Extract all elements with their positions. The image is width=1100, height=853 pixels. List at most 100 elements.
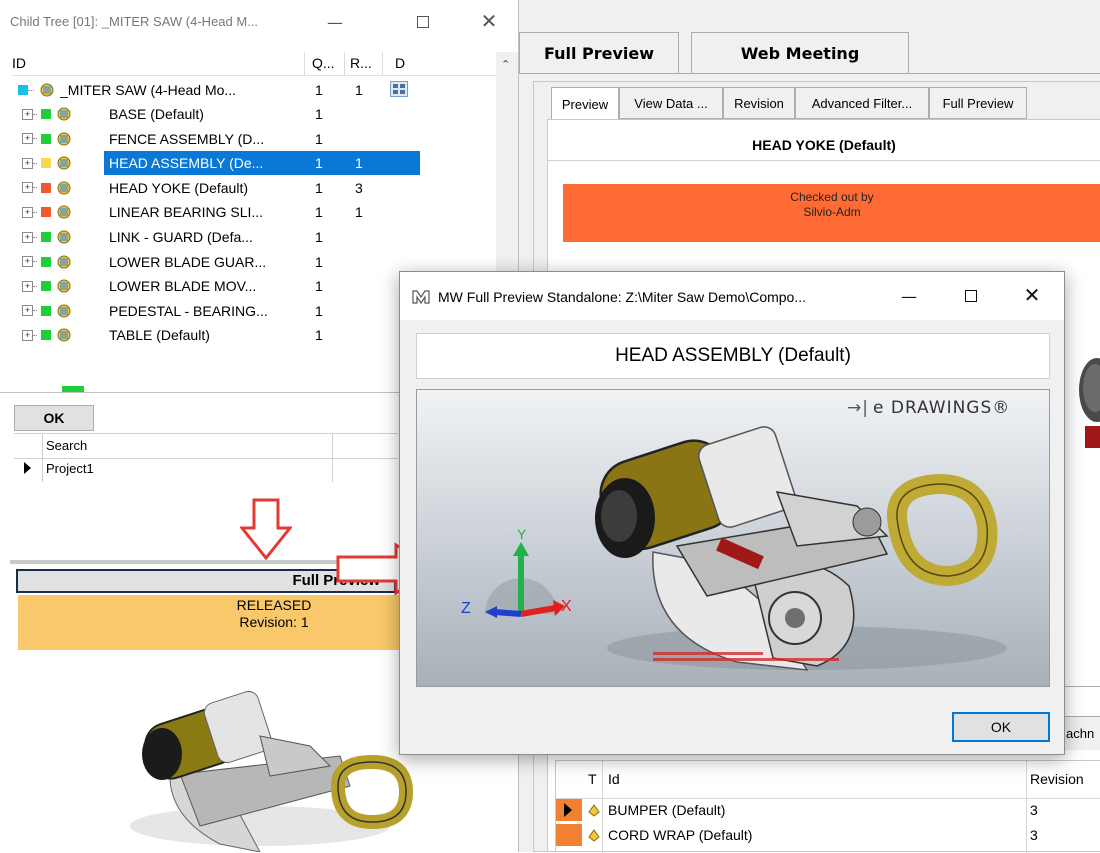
status-square-icon: [18, 85, 28, 95]
expand-icon[interactable]: +: [22, 206, 33, 218]
status-square-icon: [41, 182, 51, 193]
expand-icon[interactable]: +: [22, 157, 33, 169]
status-banner: RELEASED Revision: 1: [18, 595, 400, 650]
minimize-icon[interactable]: —: [320, 10, 350, 34]
assembly-icon: [55, 229, 73, 245]
tree-item-row[interactable]: + FENCE ASSEMBLY (D... 1: [12, 127, 500, 151]
miter-saw-model: [595, 426, 1007, 671]
assembly-icon: [55, 131, 73, 147]
tree-item-label: LINK - GUARD (Defa...: [109, 229, 253, 245]
subtab-label: Revision: [734, 95, 784, 111]
drawing-icon: [390, 81, 408, 97]
expand-icon[interactable]: +: [22, 329, 33, 341]
status-square-icon: [41, 330, 51, 341]
assembly-icon: [38, 82, 56, 98]
expand-icon[interactable]: +: [22, 305, 33, 317]
tree-item-row[interactable]: + HEAD YOKE (Default) 1 3: [12, 176, 500, 200]
header-divider: [304, 52, 305, 76]
tree-item-label: LINEAR BEARING SLI...: [109, 204, 264, 221]
expand-icon[interactable]: +: [22, 256, 33, 268]
header-revision[interactable]: R...: [350, 55, 372, 71]
expand-icon[interactable]: +: [22, 133, 33, 145]
maximize-icon[interactable]: [956, 284, 986, 308]
scroll-up-icon[interactable]: ⌃: [501, 58, 510, 71]
header-quantity[interactable]: Q...: [312, 55, 335, 71]
down-arrow-icon: [240, 498, 292, 560]
dialog-title: MW Full Preview Standalone: Z:\Miter Saw…: [438, 289, 807, 305]
status-square-icon: [41, 256, 51, 267]
search-header[interactable]: Search: [46, 438, 87, 453]
close-icon[interactable]: ✕: [474, 8, 504, 34]
tree-header: ID Q... R... D: [12, 52, 500, 76]
grid-cell-id: CORD WRAP (Default): [608, 827, 753, 843]
tree-item-row[interactable]: + LINEAR BEARING SLI... 1 1: [12, 200, 500, 224]
subtab-full-preview[interactable]: Full Preview: [929, 87, 1027, 119]
axis-triad[interactable]: [455, 520, 575, 630]
ok-button[interactable]: OK: [14, 405, 94, 431]
grid-header-t[interactable]: T: [588, 771, 597, 787]
minimize-icon[interactable]: —: [894, 284, 924, 308]
status-square-icon: [41, 232, 51, 242]
tree-item-label: LOWER BLADE MOV...: [109, 278, 257, 295]
tree-item-label: LOWER BLADE GUAR...: [109, 253, 267, 270]
expand-icon[interactable]: +: [22, 108, 33, 120]
close-icon[interactable]: ✕: [1016, 282, 1048, 308]
tab-label: Full Preview: [543, 44, 655, 63]
header-divider: [344, 52, 345, 76]
subtab-preview[interactable]: Preview: [551, 87, 619, 120]
dialog-ok-button[interactable]: OK: [952, 712, 1050, 742]
tree-item-revision: 1: [355, 82, 363, 98]
assembly-icon: [55, 327, 73, 343]
model-thumbnail: [130, 690, 414, 852]
tree-item-quantity: 1: [315, 229, 323, 245]
tree-item-revision: 3: [355, 179, 363, 196]
tree-item-quantity: 1: [315, 204, 323, 221]
status-square-icon: [41, 207, 51, 218]
tab-attachments[interactable]: achn: [1059, 716, 1100, 750]
edrawings-logo: →| e DRAWINGS®: [847, 398, 1010, 418]
dialog-header: HEAD ASSEMBLY (Default): [416, 333, 1050, 379]
axis-z-label: Z: [461, 600, 471, 617]
subtab-revision[interactable]: Revision: [723, 87, 795, 119]
tree-item-row[interactable]: + BASE (Default) 1: [12, 102, 500, 126]
status-square-icon: [41, 133, 51, 144]
assembly-icon: [55, 254, 73, 270]
expand-icon[interactable]: +: [22, 280, 33, 292]
expand-icon[interactable]: +: [22, 231, 33, 243]
tree-root-row[interactable]: _MITER SAW (4-Head Mo... 1 1: [12, 78, 500, 102]
search-row-project[interactable]: Project1: [46, 461, 94, 476]
status-square-icon: [41, 158, 51, 169]
tree-item-quantity: 1: [315, 106, 323, 122]
maximize-icon[interactable]: [408, 10, 438, 34]
subtab-label: View Data ...: [634, 95, 708, 111]
tree-item-row[interactable]: + HEAD ASSEMBLY (De... 1 1: [12, 151, 500, 176]
search-grid: Search Project1: [14, 433, 398, 482]
tree-item-label: BASE (Default): [109, 106, 204, 122]
tab-full-preview[interactable]: Full Preview: [519, 32, 679, 74]
subtab-label: Full Preview: [942, 95, 1014, 111]
header-id[interactable]: ID: [12, 55, 26, 71]
grid-header-id[interactable]: Id: [608, 771, 620, 787]
subtab-advanced-filter[interactable]: Advanced Filter...: [795, 87, 929, 119]
tree-item-label: HEAD YOKE (Default): [109, 179, 249, 196]
subtab-label: Advanced Filter...: [811, 95, 913, 111]
window-title: Child Tree [01]: _MITER SAW (4-Head M...: [10, 14, 259, 29]
status-square-icon: [41, 305, 51, 316]
tree-item-quantity: 1: [315, 155, 323, 172]
subtab-view-data[interactable]: View Data ...: [619, 87, 723, 119]
grid-row[interactable]: BUMPER (Default) 3: [556, 799, 1100, 821]
tree-item-row[interactable]: + LINK - GUARD (Defa... 1: [12, 225, 500, 249]
row-selector[interactable]: [556, 824, 582, 846]
grid-cell-revision: 3: [1030, 802, 1038, 818]
tree-item-quantity: 1: [315, 327, 323, 344]
expand-icon[interactable]: +: [22, 182, 33, 194]
grid-row[interactable]: CORD WRAP (Default) 3: [556, 824, 1100, 846]
tab-divider: [519, 73, 1100, 74]
edrawings-viewport[interactable]: →| e DRAWINGS® Y X Z: [416, 389, 1050, 687]
tree-item-row[interactable]: + LOWER BLADE GUAR... 1: [12, 250, 500, 274]
tab-web-meeting[interactable]: Web Meeting: [691, 32, 909, 74]
header-drawing[interactable]: D: [395, 55, 405, 71]
grid-header-row: T Id Revision: [556, 761, 1100, 853]
checked-out-label: Checked out by: [790, 190, 874, 204]
grid-header-revision[interactable]: Revision: [1030, 771, 1084, 787]
